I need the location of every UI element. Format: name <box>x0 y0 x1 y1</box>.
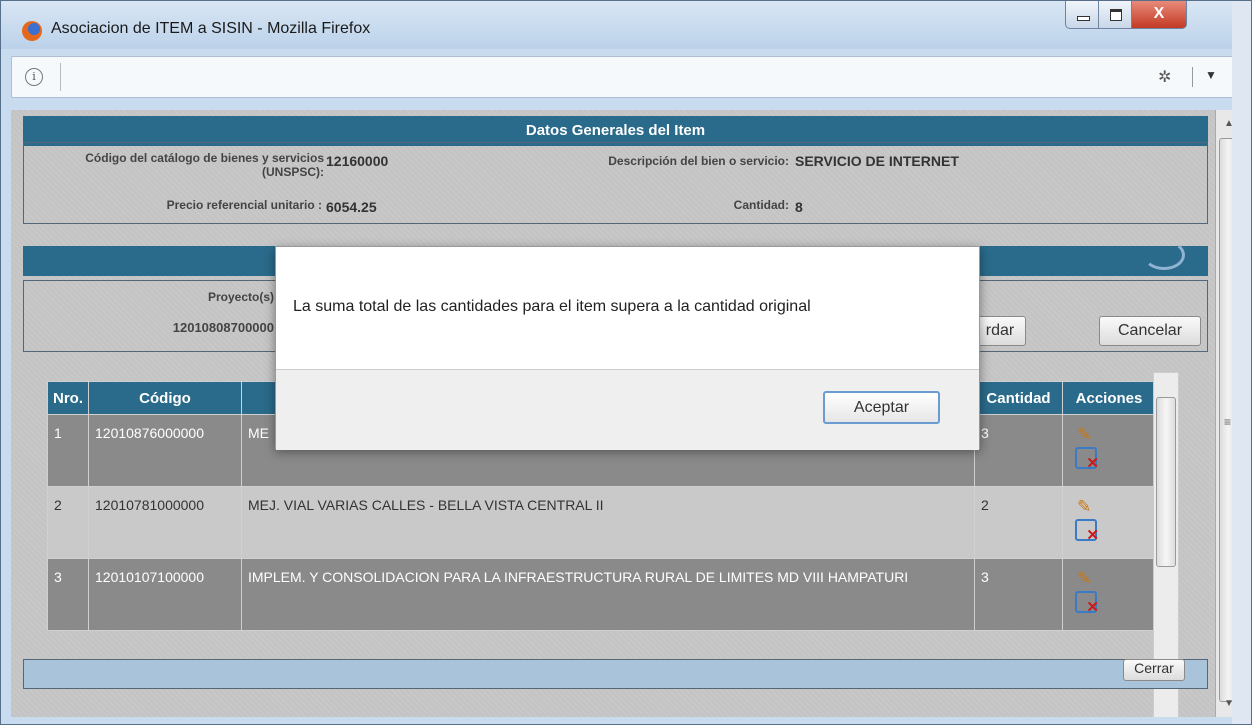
window-title: Asociacion de ITEM a SISIN - Mozilla Fir… <box>51 20 371 37</box>
grip-icon: ≡ <box>1224 415 1232 429</box>
alert-dialog: La suma total de las cantidades para el … <box>275 246 980 450</box>
title-bar[interactable]: Asociacion de ITEM a SISIN - Mozilla Fir… <box>1 1 1251 49</box>
bug-icon[interactable]: ✲ <box>1158 67 1171 87</box>
page-content: Datos Generales del Item Código del catá… <box>11 110 1242 717</box>
minimize-button[interactable] <box>1065 1 1099 29</box>
minimize-icon <box>1077 16 1090 21</box>
maximize-button[interactable] <box>1098 1 1132 29</box>
url-divider <box>60 63 61 91</box>
toolbar-divider <box>1192 67 1193 87</box>
maximize-icon <box>1110 9 1122 21</box>
firefox-logo-icon <box>22 21 42 41</box>
dialog-message: La suma total de las cantidades para el … <box>293 298 811 315</box>
chevron-down-icon[interactable]: ▼ <box>1205 68 1217 82</box>
address-bar[interactable]: i ✲ ▼ <box>11 56 1242 98</box>
aceptar-button[interactable]: Aceptar <box>823 391 940 424</box>
close-window-button[interactable]: X <box>1131 1 1187 29</box>
browser-window: Asociacion de ITEM a SISIN - Mozilla Fir… <box>0 0 1252 725</box>
info-icon[interactable]: i <box>25 68 43 86</box>
url-input[interactable] <box>68 65 1152 91</box>
window-edge <box>1232 1 1251 724</box>
modal-overlay: La suma total de las cantidades para el … <box>11 110 1215 717</box>
